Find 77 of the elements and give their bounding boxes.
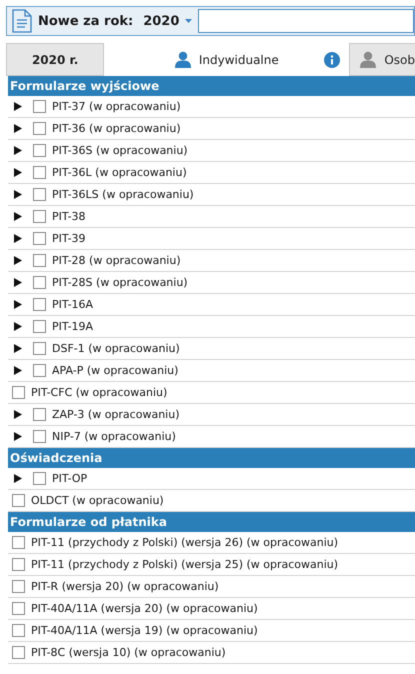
form-label: PIT-CFC (w opracowaniu) xyxy=(31,386,168,399)
checkbox[interactable] xyxy=(12,624,25,637)
form-label: ZAP-3 (w opracowaniu) xyxy=(52,408,180,421)
expand-arrow-icon[interactable] xyxy=(14,102,22,111)
checkbox[interactable] xyxy=(33,342,46,355)
form-label: DSF-1 (w opracowaniu) xyxy=(52,342,180,355)
form-label: PIT-8C (wersja 10) (w opracowaniu) xyxy=(31,646,226,659)
form-label: OLDCT (w opracowaniu) xyxy=(31,494,164,507)
section-header: Oświadczenia xyxy=(8,448,415,468)
form-label: PIT-36S (w opracowaniu) xyxy=(52,144,188,157)
checkbox[interactable] xyxy=(33,188,46,201)
search-field[interactable] xyxy=(198,9,414,33)
form-label: PIT-40A/11A (wersja 20) (w opracowaniu) xyxy=(31,602,258,615)
checkbox[interactable] xyxy=(33,298,46,311)
checkbox[interactable] xyxy=(33,364,46,377)
person-icon xyxy=(360,51,376,68)
form-label: PIT-38 xyxy=(52,210,86,223)
checkbox[interactable] xyxy=(12,580,25,593)
form-label: APA-P (w opracowaniu) xyxy=(52,364,178,377)
checkbox[interactable] xyxy=(33,254,46,267)
form-label: PIT-39 xyxy=(52,232,86,245)
person-icon xyxy=(174,51,191,68)
form-label: PIT-R (wersja 20) (w opracowaniu) xyxy=(31,580,219,593)
checkbox[interactable] xyxy=(33,166,46,179)
expand-arrow-icon[interactable] xyxy=(14,300,22,309)
expand-arrow-icon[interactable] xyxy=(14,190,22,199)
form-label: PIT-37 (w opracowaniu) xyxy=(52,100,181,113)
form-label: PIT-36LS (w opracowaniu) xyxy=(52,188,194,201)
expand-arrow-icon[interactable] xyxy=(14,432,22,441)
expand-arrow-icon[interactable] xyxy=(14,410,22,419)
form-label: PIT-OP xyxy=(52,472,88,485)
year-dropdown[interactable]: 2020 xyxy=(137,14,192,28)
form-label: PIT-19A xyxy=(52,320,94,333)
checkbox[interactable] xyxy=(33,232,46,245)
expand-arrow-icon[interactable] xyxy=(14,168,22,177)
form-label: PIT-36 (w opracowaniu) xyxy=(52,122,181,135)
form-label: PIT-40A/11A (wersja 19) (w opracowaniu) xyxy=(31,624,258,637)
form-label: PIT-16A xyxy=(52,298,94,311)
form-label: PIT-28S (w opracowaniu) xyxy=(52,276,188,289)
expand-arrow-icon[interactable] xyxy=(14,344,22,353)
expand-arrow-icon[interactable] xyxy=(14,474,22,483)
checkbox[interactable] xyxy=(12,386,25,399)
expand-arrow-icon[interactable] xyxy=(14,124,22,133)
expand-arrow-icon[interactable] xyxy=(14,256,22,265)
expand-arrow-icon[interactable] xyxy=(14,322,22,331)
checkbox[interactable] xyxy=(12,646,25,659)
expand-arrow-icon[interactable] xyxy=(14,278,22,287)
checkbox[interactable] xyxy=(33,408,46,421)
caret-icon xyxy=(185,19,192,23)
form-label: PIT-11 (przychody z Polski) (wersja 25) (w opracowaniu) xyxy=(31,558,338,571)
checkbox[interactable] xyxy=(33,276,46,289)
checkbox[interactable] xyxy=(12,558,25,571)
expand-arrow-icon[interactable] xyxy=(14,366,22,375)
document-icon xyxy=(12,9,32,33)
checkbox[interactable] xyxy=(33,100,46,113)
info-icon[interactable] xyxy=(324,52,340,68)
form-label: PIT-28 (w opracowaniu) xyxy=(52,254,181,267)
form-label: PIT-36L (w opracowaniu) xyxy=(52,166,187,179)
checkbox[interactable] xyxy=(33,144,46,157)
section-header: Formularze od płatnika xyxy=(8,512,415,532)
checkbox[interactable] xyxy=(33,472,46,485)
expand-arrow-icon[interactable] xyxy=(14,146,22,155)
checkbox[interactable] xyxy=(33,210,46,223)
checkbox[interactable] xyxy=(12,536,25,549)
expand-arrow-icon[interactable] xyxy=(14,212,22,221)
checkbox[interactable] xyxy=(33,430,46,443)
section-header: Formularze wyjściowe xyxy=(8,76,415,96)
checkbox[interactable] xyxy=(33,122,46,135)
checkbox[interactable] xyxy=(12,494,25,507)
tab[interactable]: 2020 r. xyxy=(6,43,104,76)
tab[interactable]: Osob xyxy=(349,43,415,76)
form-label: NIP-7 (w opracowaniu) xyxy=(52,430,176,443)
expand-arrow-icon[interactable] xyxy=(14,234,22,243)
year-label: Nowe za rok: xyxy=(38,14,134,28)
form-label: PIT-11 (przychody z Polski) (wersja 26) (w opracowaniu) xyxy=(31,536,338,549)
checkbox[interactable] xyxy=(33,320,46,333)
checkbox[interactable] xyxy=(12,602,25,615)
